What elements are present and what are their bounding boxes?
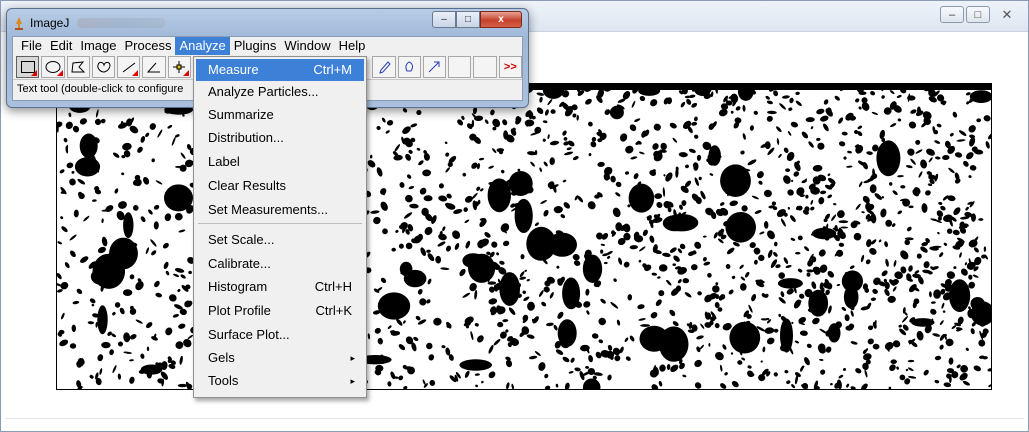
menu-item-label: Distribution... [208,130,284,145]
menu-plugins[interactable]: Plugins [230,37,281,55]
point-tool[interactable] [167,56,192,78]
menu-item-gels[interactable]: Gels ▸ [196,347,364,369]
menu-item-plot-profile[interactable]: Plot Profile Ctrl+K [196,300,364,322]
brush-icon [405,61,414,72]
menu-item-label: Plot Profile [208,303,271,318]
menu-item-label: Surface Plot... [208,327,290,342]
blurred-title-text [77,18,166,28]
menu-item-label[interactable]: Label [196,151,364,173]
menu-process[interactable]: Process [121,37,176,55]
imagej-close-button[interactable]: x [480,11,522,28]
menu-separator [198,223,362,224]
arrow-icon [429,61,440,73]
freehand-tool[interactable] [91,56,116,78]
more-tools-button[interactable]: >> [498,56,522,78]
menu-item-label: Set Scale... [208,232,275,247]
rectangle-tool[interactable] [16,56,40,78]
angle-icon [147,62,161,73]
imagej-logo-icon [13,16,25,30]
menu-item-calibrate[interactable]: Calibrate... [196,253,364,275]
menu-item-shortcut: Ctrl+H [314,279,352,294]
menu-item-label: Clear Results [208,178,287,193]
dropper-tool[interactable] [372,56,396,78]
brush-tool[interactable] [397,56,421,78]
menu-edit[interactable]: Edit [46,37,76,55]
submenu-arrow-icon: ▸ [350,376,355,386]
menu-item-label: Histogram [208,279,268,294]
menu-item-label: Gels [208,350,235,365]
imagej-maximize-button[interactable]: □ [456,11,480,28]
menu-image[interactable]: Image [76,37,120,55]
menu-item-surface-plot[interactable]: Surface Plot... [196,324,364,346]
analyze-menu: Measure Ctrl+M Analyze Particles... Summa… [193,56,367,398]
imagej-titlebar[interactable]: ImageJ [13,12,166,34]
imagej-title: ImageJ [30,16,70,30]
menu-item-label: Set Measurements... [208,202,328,217]
menu-item-clear-results[interactable]: Clear Results [196,175,364,197]
menu-item-shortcut: Ctrl+K [315,303,352,318]
menu-item-tools[interactable]: Tools ▸ [196,370,364,392]
menu-item-distribution[interactable]: Distribution... [196,127,364,149]
angle-tool[interactable] [142,56,166,78]
image-window-maximize-button[interactable]: □ [966,6,990,23]
line-tool[interactable] [117,56,141,78]
menu-item-analyze-particles[interactable]: Analyze Particles... [196,81,364,103]
empty-tool-1[interactable] [448,56,472,78]
dropper-icon [379,61,391,74]
image-window-bottom [5,418,1024,429]
polygon-icon [71,61,86,73]
image-window-close-button[interactable]: ✕ [992,6,1022,23]
menu-analyze[interactable]: Analyze [175,37,230,55]
menu-window[interactable]: Window [280,37,334,55]
arrow-tool[interactable] [422,56,447,78]
freehand-icon [96,61,111,73]
menu-bar: File Edit Image Process Analyze Plugins … [13,37,522,55]
menu-item-label: Calibrate... [208,256,271,271]
menu-item-label: Analyze Particles... [208,84,319,99]
image-window-minimize-button[interactable]: – [940,6,964,23]
menu-item-measure[interactable]: Measure Ctrl+M [196,59,364,81]
menu-item-label: Measure [208,62,259,77]
menu-help[interactable]: Help [335,37,370,55]
menu-item-summarize[interactable]: Summarize [196,104,364,126]
polygon-tool[interactable] [66,56,90,78]
menu-item-shortcut: Ctrl+M [313,62,352,77]
menu-item-set-measurements[interactable]: Set Measurements... [196,199,364,221]
menu-file[interactable]: File [17,37,46,55]
submenu-arrow-icon: ▸ [350,353,355,363]
menu-item-histogram[interactable]: Histogram Ctrl+H [196,276,364,298]
imagej-minimize-button[interactable]: – [432,11,456,28]
menu-item-label: Summarize [208,107,274,122]
menu-item-label: Tools [208,373,239,388]
menu-item-set-scale[interactable]: Set Scale... [196,229,364,251]
more-tools-label: >> [503,61,517,73]
menu-item-label-text: Label [208,154,240,169]
empty-tool-2[interactable] [473,56,497,78]
oval-tool[interactable] [41,56,65,78]
